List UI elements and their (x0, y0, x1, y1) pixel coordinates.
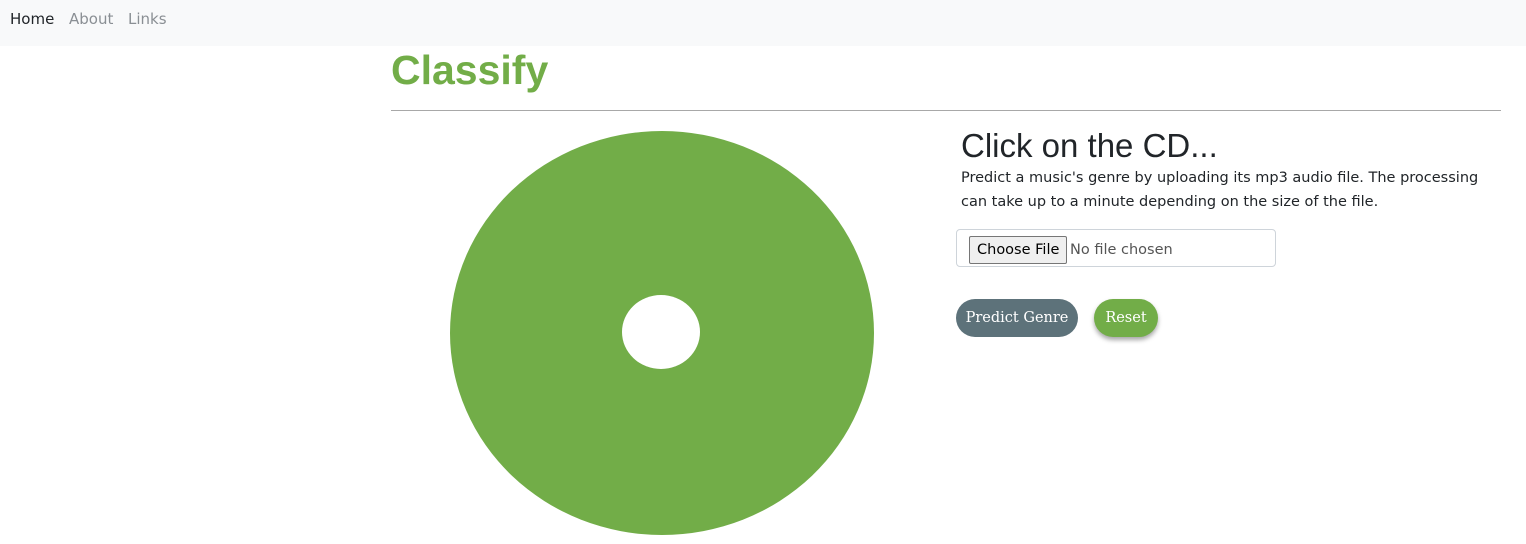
predict-genre-button[interactable]: Predict Genre (956, 299, 1078, 337)
nav-link-links[interactable]: Links (128, 10, 167, 28)
nav-link-home[interactable]: Home (10, 10, 54, 28)
nav-link-about[interactable]: About (69, 10, 113, 28)
page-title: Classify (391, 47, 549, 93)
file-status-text: No file chosen (1070, 242, 1173, 258)
title-divider (391, 110, 1501, 111)
choose-file-button[interactable]: Choose File (969, 236, 1068, 264)
upload-description: Predict a music's genre by uploading its… (961, 170, 1479, 210)
upload-heading: Click on the CD... (961, 127, 1218, 164)
file-input[interactable]: Choose File No file chosen (956, 229, 1276, 267)
reset-button[interactable]: Reset (1094, 299, 1158, 337)
cd-center-hole (622, 295, 700, 369)
navbar: Home About Links (0, 0, 1526, 46)
cd-disc-icon[interactable] (449, 130, 875, 536)
